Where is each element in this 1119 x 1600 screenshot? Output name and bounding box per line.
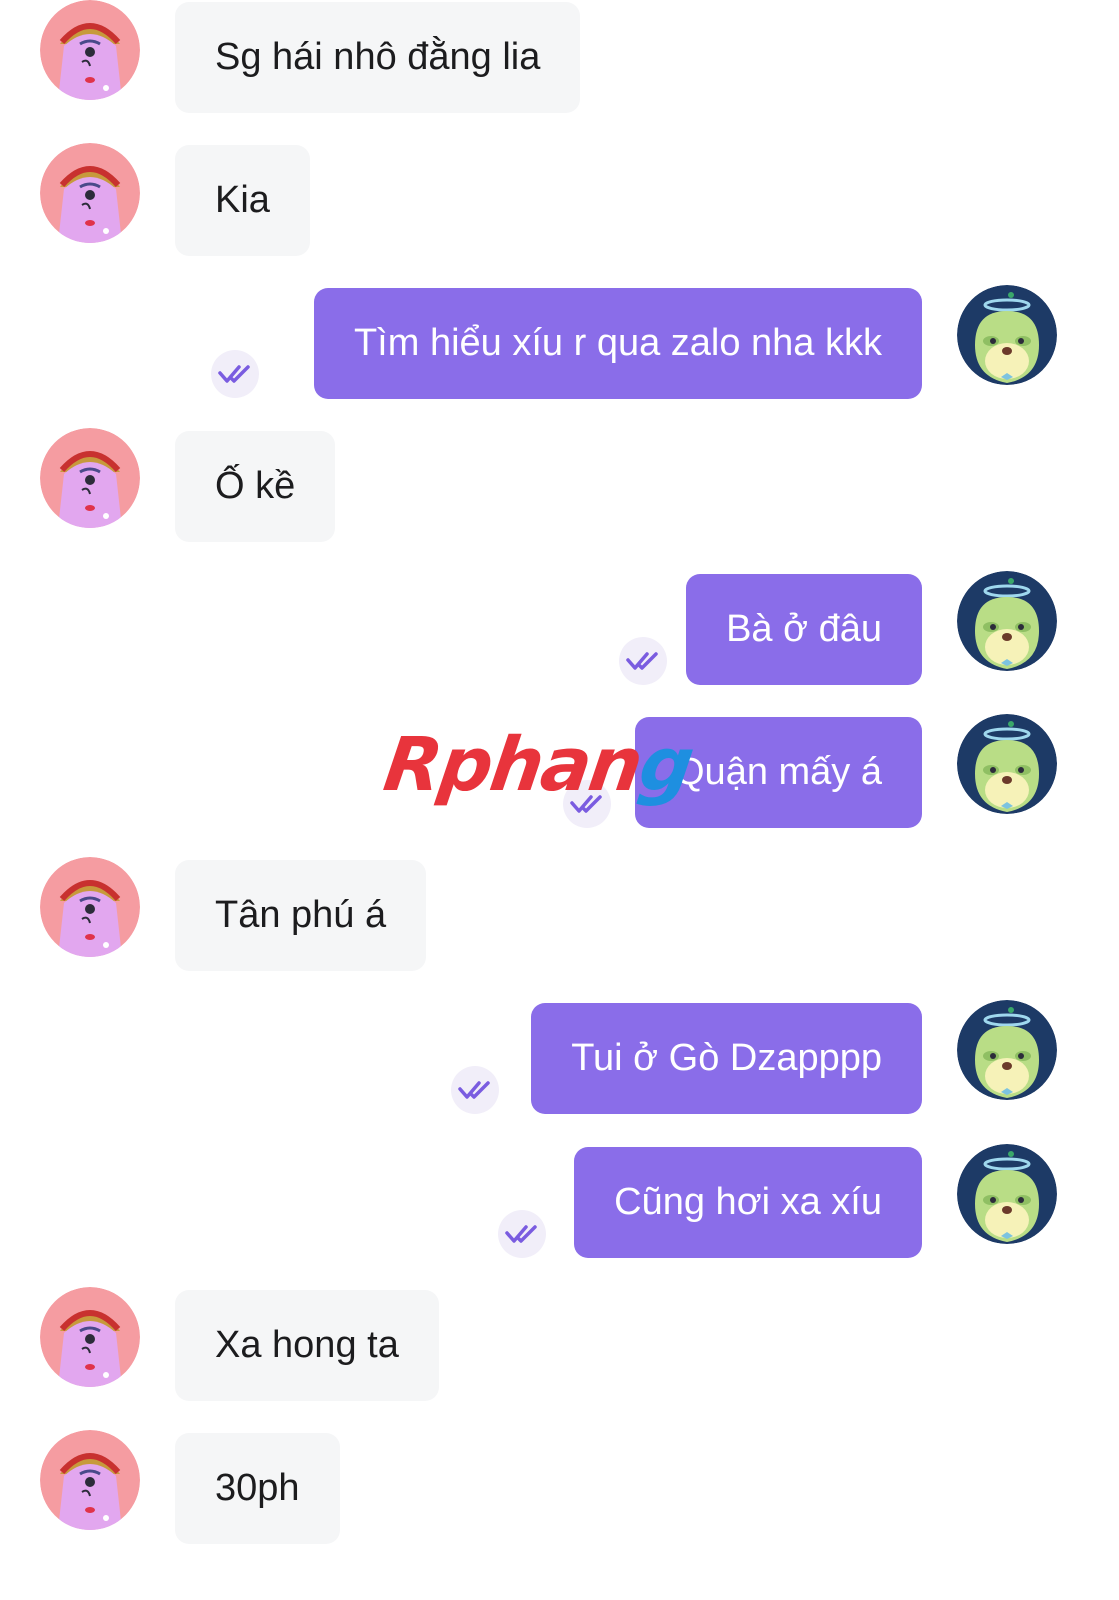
message-text: Ố kề <box>215 465 296 507</box>
user-avatar[interactable] <box>957 1144 1057 1244</box>
outgoing-message-bubble[interactable]: Cũng hơi xa xíu <box>574 1147 922 1258</box>
contact-avatar[interactable] <box>40 143 140 243</box>
double-check-icon <box>563 780 611 828</box>
user-avatar[interactable] <box>957 1000 1057 1100</box>
outgoing-message-bubble[interactable]: Tui ở Gò Dzapppp <box>531 1003 922 1114</box>
message-text: Tân phú á <box>215 894 387 936</box>
contact-avatar[interactable] <box>40 0 140 100</box>
double-check-icon <box>619 637 667 685</box>
user-avatar[interactable] <box>957 571 1057 671</box>
message-text: Bà ở đâu <box>726 608 882 650</box>
incoming-message-bubble[interactable]: Tân phú á <box>175 860 427 971</box>
incoming-message-bubble[interactable]: Xa hong ta <box>175 1290 439 1401</box>
double-check-icon <box>211 350 259 398</box>
message-text: Kia <box>215 179 270 221</box>
message-text: 30ph <box>215 1467 300 1509</box>
contact-avatar[interactable] <box>40 1430 140 1530</box>
incoming-message-bubble[interactable]: Ố kề <box>175 431 336 542</box>
outgoing-message-bubble[interactable]: Bà ở đâu <box>686 574 922 685</box>
contact-avatar[interactable] <box>40 428 140 528</box>
contact-avatar[interactable] <box>40 1287 140 1387</box>
message-text: Tui ở Gò Dzapppp <box>571 1037 882 1079</box>
double-check-icon <box>498 1210 546 1258</box>
message-text: Sg hái nhô đằng lia <box>215 36 541 78</box>
incoming-message-bubble[interactable]: 30ph <box>175 1433 340 1544</box>
user-avatar[interactable] <box>957 285 1057 385</box>
incoming-message-bubble[interactable]: Sg hái nhô đằng lia <box>175 2 581 113</box>
contact-avatar[interactable] <box>40 857 140 957</box>
message-text: Cũng hơi xa xíu <box>614 1181 882 1223</box>
outgoing-message-bubble[interactable]: Tìm hiểu xíu r qua zalo nha kkk <box>313 288 922 399</box>
message-text: Tìm hiểu xíu r qua zalo nha kkk <box>353 322 882 364</box>
message-text: Xa hong ta <box>215 1324 399 1366</box>
outgoing-message-bubble[interactable]: Quận mấy á <box>635 717 922 828</box>
incoming-message-bubble[interactable]: Kia <box>175 145 310 256</box>
user-avatar[interactable] <box>957 714 1057 814</box>
double-check-icon <box>451 1066 499 1114</box>
message-text: Quận mấy á <box>675 751 882 793</box>
